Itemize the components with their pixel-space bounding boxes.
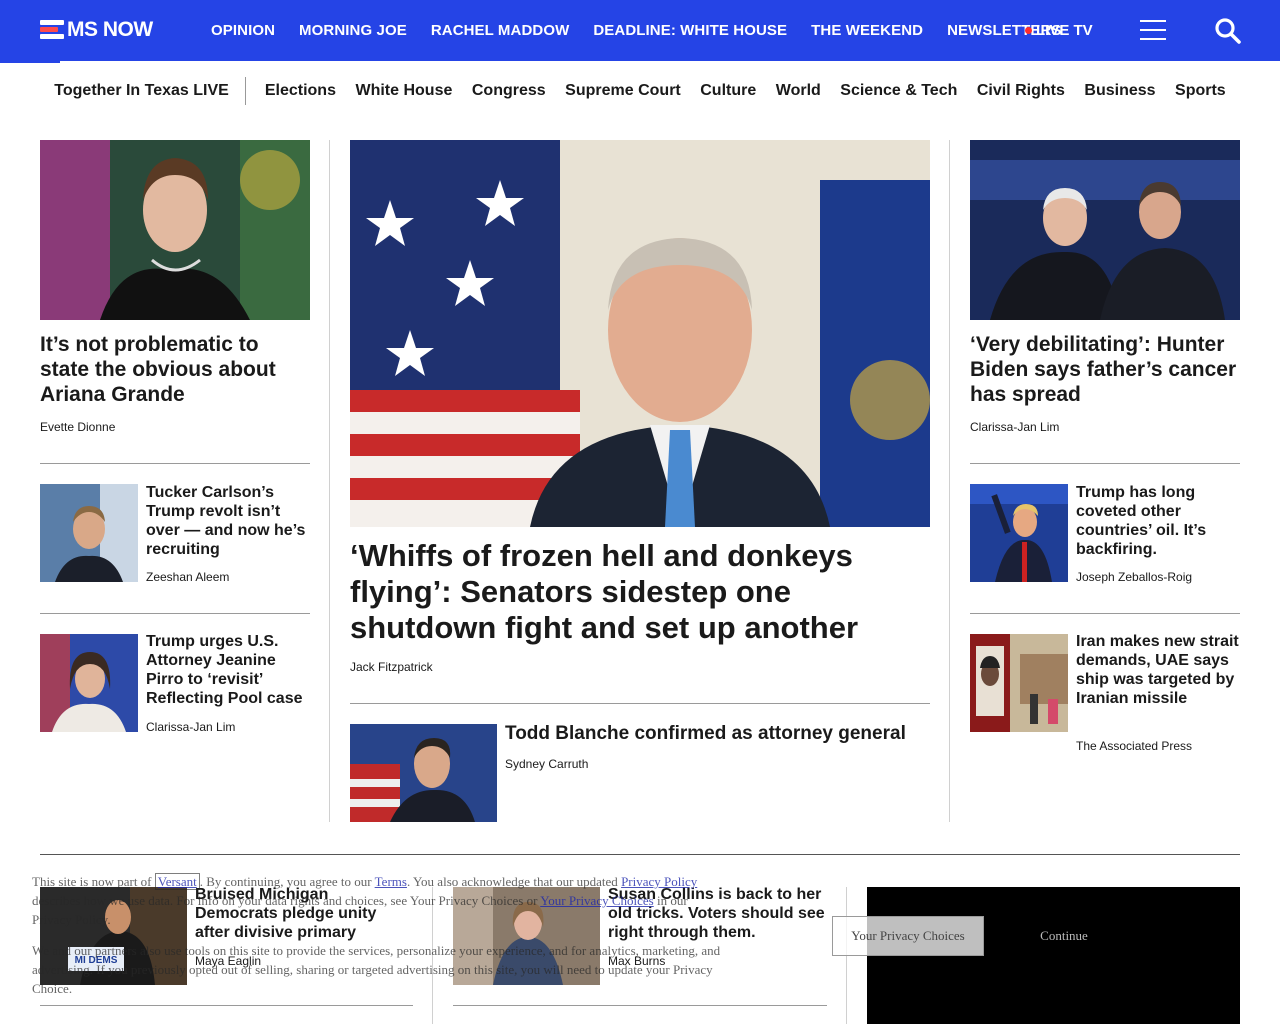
- divider: [970, 463, 1240, 464]
- nav-deadline-white-house[interactable]: DEADLINE: WHITE HOUSE: [593, 22, 787, 39]
- subnav-business[interactable]: Business: [1084, 82, 1155, 100]
- story-headline[interactable]: Iran makes new strait demands, UAE says …: [1076, 632, 1240, 708]
- cookie-text-part: describes how we use data. For info on y…: [32, 893, 541, 908]
- biden-hunter-photo[interactable]: [970, 140, 1240, 320]
- divider: [40, 613, 310, 614]
- subnav-world[interactable]: World: [776, 82, 821, 100]
- subnav-together-in-texas[interactable]: Together In Texas LIVE: [54, 77, 246, 105]
- story-author[interactable]: Clarissa-Jan Lim: [146, 720, 235, 734]
- section-divider: [40, 854, 1240, 855]
- story-headline[interactable]: Tucker Carlson’s Trump revolt isn’t over…: [146, 483, 310, 559]
- nav-rachel-maddow[interactable]: RACHEL MADDOW: [431, 22, 570, 39]
- nav-opinion[interactable]: OPINION: [211, 22, 275, 39]
- trump-rally-photo[interactable]: [970, 484, 1068, 582]
- column-divider: [329, 140, 330, 822]
- subnav-culture[interactable]: Culture: [700, 82, 756, 100]
- iran-street-photo[interactable]: [970, 634, 1068, 732]
- cookie-text-part: This site is now part of: [32, 874, 155, 889]
- cookie-text-part: We and our partners also use tools on th…: [32, 943, 721, 996]
- story-headline[interactable]: It’s not problematic to state the obviou…: [40, 332, 310, 407]
- main-nav: OPINION MORNING JOE RACHEL MADDOW DEADLI…: [211, 0, 1062, 61]
- story-author[interactable]: Jack Fitzpatrick: [350, 660, 433, 674]
- subnav-supreme-court[interactable]: Supreme Court: [565, 82, 681, 100]
- story-author[interactable]: Sydney Carruth: [505, 757, 588, 771]
- divider: [40, 463, 310, 464]
- ariana-grande-photo[interactable]: [40, 140, 310, 320]
- logo-mark-icon: [40, 20, 64, 40]
- column-divider: [949, 140, 950, 822]
- privacy-choices-button[interactable]: Your Privacy Choices: [832, 916, 984, 956]
- nav-the-weekend[interactable]: THE WEEKEND: [811, 22, 923, 39]
- cookie-text-part: . By continuing, you agree to our: [199, 874, 375, 889]
- cookie-consent-banner: This site is now part of Versant. By con…: [0, 866, 1280, 1024]
- john-thune-photo[interactable]: [350, 140, 930, 527]
- search-icon[interactable]: [1214, 17, 1242, 45]
- divider: [970, 613, 1240, 614]
- jeanine-pirro-photo[interactable]: [40, 634, 138, 732]
- hamburger-menu-icon[interactable]: [1140, 19, 1166, 41]
- story-author[interactable]: Joseph Zeballos-Roig: [1076, 570, 1192, 584]
- story-headline[interactable]: Trump has long coveted other countries’ …: [1076, 483, 1240, 559]
- story-author[interactable]: Evette Dionne: [40, 420, 115, 434]
- nav-morning-joe[interactable]: MORNING JOE: [299, 22, 407, 39]
- subnav-sports[interactable]: Sports: [1175, 82, 1226, 100]
- subnav-congress[interactable]: Congress: [472, 82, 546, 100]
- cookie-text-part: . You also acknowledge that our updated: [406, 874, 622, 889]
- versant-link[interactable]: Versant: [154, 873, 200, 890]
- subnav-elections[interactable]: Elections: [265, 82, 336, 100]
- subnav-white-house[interactable]: White House: [355, 82, 452, 100]
- logo-text: MS NOW: [67, 18, 153, 41]
- top-bar: MS NOW OPINION MORNING JOE RACHEL MADDOW…: [0, 0, 1280, 61]
- terms-link[interactable]: Terms: [375, 874, 407, 889]
- tucker-carlson-photo[interactable]: [40, 484, 138, 582]
- privacy-choices-link[interactable]: Your Privacy Choices: [540, 893, 654, 908]
- todd-blanche-photo[interactable]: [350, 724, 497, 822]
- divider: [350, 703, 930, 704]
- subnav-civil-rights[interactable]: Civil Rights: [977, 82, 1065, 100]
- story-headline[interactable]: Todd Blanche confirmed as attorney gener…: [505, 722, 930, 745]
- section-nav: Together In Texas LIVE Elections White H…: [0, 62, 1280, 120]
- site-logo[interactable]: MS NOW: [40, 18, 153, 42]
- cookie-consent-text: This site is now part of Versant. By con…: [32, 872, 722, 998]
- story-headline[interactable]: Trump urges U.S. Attorney Jeanine Pirro …: [146, 632, 310, 708]
- story-author[interactable]: The Associated Press: [1076, 739, 1192, 753]
- story-author[interactable]: Zeeshan Aleem: [146, 570, 229, 584]
- continue-button[interactable]: Continue: [988, 916, 1140, 956]
- story-author[interactable]: Clarissa-Jan Lim: [970, 420, 1059, 434]
- live-tv-label: LIVE TV: [1036, 22, 1093, 39]
- live-dot-icon: [1025, 27, 1032, 34]
- lead-story-headline[interactable]: ‘Whiffs of frozen hell and donkeys flyin…: [350, 538, 930, 646]
- subnav-science-tech[interactable]: Science & Tech: [840, 82, 957, 100]
- live-tv-link[interactable]: LIVE TV: [1025, 22, 1093, 39]
- story-headline[interactable]: ‘Very debilitating’: Hunter Biden says f…: [970, 332, 1240, 407]
- privacy-policy-link[interactable]: Privacy Policy: [621, 874, 697, 889]
